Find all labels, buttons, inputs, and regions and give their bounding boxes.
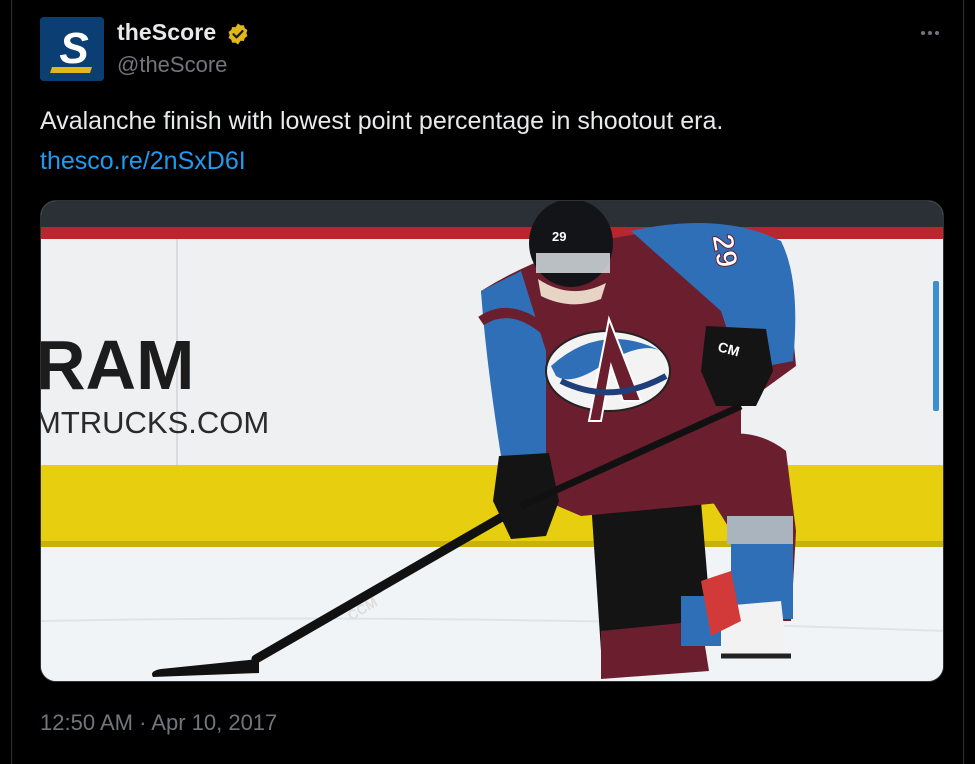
more-dot-icon: [921, 31, 925, 35]
author-display-name[interactable]: theScore: [117, 19, 216, 46]
timeline-border-right: [963, 0, 964, 764]
tweet-photo[interactable]: RAM MTRUCKS.COM CCM 29 29 CM: [40, 200, 944, 682]
author-avatar[interactable]: S: [40, 17, 104, 81]
more-options-button[interactable]: [917, 20, 943, 46]
timeline-border-left: [11, 0, 12, 764]
hockey-player-photo: RAM MTRUCKS.COM CCM 29 29 CM: [41, 201, 943, 681]
author-handle[interactable]: @theScore: [117, 52, 227, 78]
more-dot-icon: [928, 31, 932, 35]
tweet-link[interactable]: thesco.re/2nSxD6I: [40, 147, 246, 176]
avatar-letter: S: [59, 24, 88, 73]
jersey-number: 29: [705, 232, 743, 271]
tweet-timestamp[interactable]: 12:50 AM · Apr 10, 2017: [40, 710, 277, 736]
tweet-text: Avalanche finish with lowest point perce…: [40, 107, 724, 135]
board-ad-line1: RAM: [41, 326, 194, 404]
verified-badge-icon: [228, 23, 248, 45]
thescore-logo: S: [40, 17, 104, 81]
board-ad-line2: MTRUCKS.COM: [41, 405, 269, 440]
more-dot-icon: [935, 31, 939, 35]
helmet-number: 29: [552, 229, 566, 244]
